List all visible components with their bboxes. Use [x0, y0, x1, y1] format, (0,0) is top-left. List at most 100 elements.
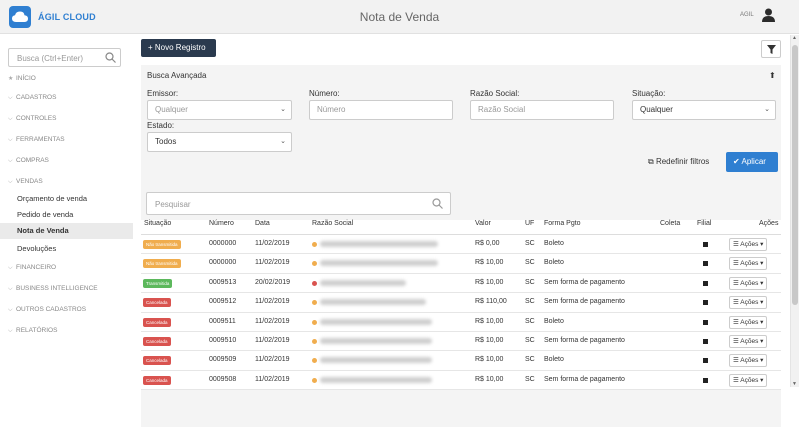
- menu-icon: ☰: [733, 357, 739, 365]
- estado-select[interactable]: Todos ⌄: [147, 132, 292, 152]
- table-row[interactable]: Não transmitida 0000000 11/02/2019 R$ 10,00…: [141, 254, 781, 274]
- col-numero[interactable]: Número: [209, 220, 234, 227]
- scroll-down-icon[interactable]: ▼: [792, 381, 797, 387]
- filial-square-icon: [703, 242, 708, 247]
- sidebar-item-cadastros[interactable]: ⌵ CADASTROS: [8, 94, 56, 102]
- col-situacao[interactable]: Situação: [144, 220, 171, 227]
- chevron-down-icon: ⌵: [8, 179, 13, 185]
- status-dot: [312, 338, 317, 344]
- sidebar-item-bi[interactable]: ⌵ BUSINESS INTELLIGENCE: [8, 285, 98, 293]
- sidebar-sub-devolucoes[interactable]: Devoluções: [17, 244, 56, 253]
- cell-uf: SC: [525, 240, 535, 247]
- cell-data: 11/02/2019: [255, 336, 290, 344]
- table-row[interactable]: Cancelada 0009509 11/02/2019 R$ 10,00 SC Bole…: [141, 351, 781, 371]
- sidebar-item-controles[interactable]: ⌵ CONTROLES: [8, 115, 56, 123]
- status-dot: [312, 377, 317, 383]
- razao-social-input[interactable]: Razão Social: [470, 100, 614, 120]
- actions-dropdown-button[interactable]: ☰ Ações ▾: [729, 238, 767, 251]
- status-badge: Cancelada: [143, 336, 171, 346]
- status-badge: Cancelada: [143, 298, 171, 308]
- scroll-up-icon[interactable]: ▲: [792, 35, 797, 41]
- numero-input[interactable]: Número: [309, 100, 453, 120]
- col-data[interactable]: Data: [255, 220, 270, 227]
- col-valor[interactable]: Valor: [475, 220, 491, 227]
- reset-icon: ⧉: [648, 157, 654, 166]
- table-search-input[interactable]: Pesquisar: [146, 192, 451, 215]
- cell-uf: SC: [525, 298, 535, 306]
- table-row[interactable]: Transmitida 0009513 20/02/2019 R$ 10,00 SC Se…: [141, 274, 781, 294]
- filial-square-icon: [703, 261, 708, 267]
- invoice-table: Situação Número Data Razão Social Valor …: [141, 220, 781, 391]
- situacao-select[interactable]: Qualquer ⌄: [632, 100, 776, 120]
- status-dot: [312, 358, 317, 364]
- sidebar-sub-nota-venda[interactable]: Nota de Venda: [0, 223, 133, 239]
- apply-button[interactable]: ✔ Aplicar: [726, 152, 778, 172]
- sidebar-item-financeiro[interactable]: ⌵ FINANCEIRO: [8, 264, 56, 272]
- cell-forma-pgto: Boleto: [544, 317, 564, 325]
- sidebar-search-input[interactable]: Busca (Ctrl+Enter): [8, 48, 121, 67]
- actions-dropdown-button[interactable]: ☰ Ações ▾: [729, 373, 767, 387]
- sidebar-item-relatorios[interactable]: ⌵ RELATÓRIOS: [8, 327, 57, 335]
- cell-numero: 0009509: [209, 356, 237, 364]
- sidebar-sub-orcamento[interactable]: Orçamento de venda: [17, 194, 87, 203]
- table-header-row: Situação Número Data Razão Social Valor …: [141, 220, 781, 235]
- cell-data: 20/02/2019: [255, 278, 291, 286]
- cell-forma-pgto: Boleto: [544, 259, 564, 267]
- table-row[interactable]: Cancelada 0009510 11/02/2019 R$ 10,00 SC Sem …: [141, 332, 781, 352]
- cell-uf: SC: [525, 375, 535, 383]
- cell-data: 11/02/2019: [255, 298, 290, 306]
- cell-numero: 0009510: [209, 336, 237, 344]
- user-label[interactable]: AGIL: [740, 12, 754, 18]
- actions-dropdown-button[interactable]: ☰ Ações ▾: [729, 257, 767, 271]
- cell-valor: R$ 10,00: [475, 317, 504, 325]
- table-row[interactable]: Cancelada 0009511 11/02/2019 R$ 10,00 SC Bole…: [141, 313, 781, 332]
- cell-data: 11/02/2019: [255, 375, 290, 383]
- sidebar-item-ferramentas[interactable]: ⌵ FERRAMENTAS: [8, 136, 65, 144]
- emissor-select[interactable]: Qualquer ⌄: [147, 100, 292, 120]
- actions-dropdown-button[interactable]: ☰ Ações ▾: [729, 334, 767, 348]
- reset-filters-button[interactable]: ⧉ Redefinir filtros: [648, 157, 709, 167]
- page-title: Nota de Venda: [359, 10, 440, 24]
- status-badge: Não transmitida: [143, 259, 181, 269]
- sidebar-item-outros-cadastros[interactable]: ⌵ OUTROS CADASTROS: [8, 306, 86, 314]
- cell-uf: SC: [525, 336, 535, 344]
- collapse-arrow-icon[interactable]: ⬆: [769, 71, 776, 80]
- page-scrollbar[interactable]: ▲ ▼: [790, 35, 799, 387]
- table-row[interactable]: Cancelada 0009512 11/02/2019 R$ 110,00 SC Sem…: [141, 293, 781, 313]
- user-icon[interactable]: [762, 8, 775, 24]
- col-acoes: Ações: [759, 220, 779, 227]
- cell-uf: SC: [525, 317, 535, 325]
- sidebar-item-inicio[interactable]: ★ INÍCIO: [8, 75, 36, 82]
- actions-dropdown-button[interactable]: ☰ Ações ▾: [729, 276, 767, 290]
- menu-icon: ☰: [733, 299, 739, 307]
- table-row[interactable]: Cancelada 0009508 11/02/2019 R$ 10,00 SC Sem …: [141, 371, 781, 391]
- status-dot: [312, 242, 317, 247]
- col-uf[interactable]: UF: [525, 220, 534, 227]
- advanced-search-title: Busca Avançada: [147, 71, 207, 80]
- col-razao-social[interactable]: Razão Social: [312, 220, 353, 227]
- filter-button[interactable]: [761, 40, 781, 58]
- chevron-down-icon: ⌵: [8, 307, 13, 313]
- sidebar-item-vendas[interactable]: ⌵ VENDAS: [8, 178, 43, 186]
- chevron-down-icon: ⌵: [8, 265, 13, 271]
- new-record-button[interactable]: + Novo Registro: [141, 39, 216, 57]
- col-coleta[interactable]: Coleta: [660, 220, 680, 227]
- cell-valor: R$ 110,00: [475, 298, 507, 306]
- chevron-down-icon: ⌄: [764, 106, 770, 113]
- sidebar-sub-pedido[interactable]: Pedido de venda: [17, 210, 73, 219]
- col-filial[interactable]: Filial: [697, 220, 711, 227]
- col-forma-pgto[interactable]: Forma Pgto: [544, 220, 581, 227]
- cell-valor: R$ 10,00: [475, 278, 504, 286]
- caret-down-icon: ▾: [760, 279, 764, 287]
- caret-down-icon: ▾: [760, 241, 764, 248]
- sidebar-item-compras[interactable]: ⌵ COMPRAS: [8, 157, 49, 165]
- actions-dropdown-button[interactable]: ☰ Ações ▾: [729, 296, 767, 310]
- blurred-razao-social: [320, 337, 432, 344]
- table-row[interactable]: Não transmitida 0000000 11/02/2019 R$ 0,00 S…: [141, 235, 781, 255]
- scrollbar-thumb[interactable]: [792, 45, 798, 305]
- chevron-down-icon: ⌵: [8, 95, 13, 101]
- actions-dropdown-button[interactable]: ☰ Ações ▾: [729, 354, 767, 368]
- sidebar: Busca (Ctrl+Enter) ★ INÍCIO ⌵ CADASTROS ⌵ C…: [0, 35, 133, 427]
- actions-dropdown-button[interactable]: ☰ Ações ▾: [729, 315, 767, 329]
- blurred-razao-social: [320, 279, 406, 286]
